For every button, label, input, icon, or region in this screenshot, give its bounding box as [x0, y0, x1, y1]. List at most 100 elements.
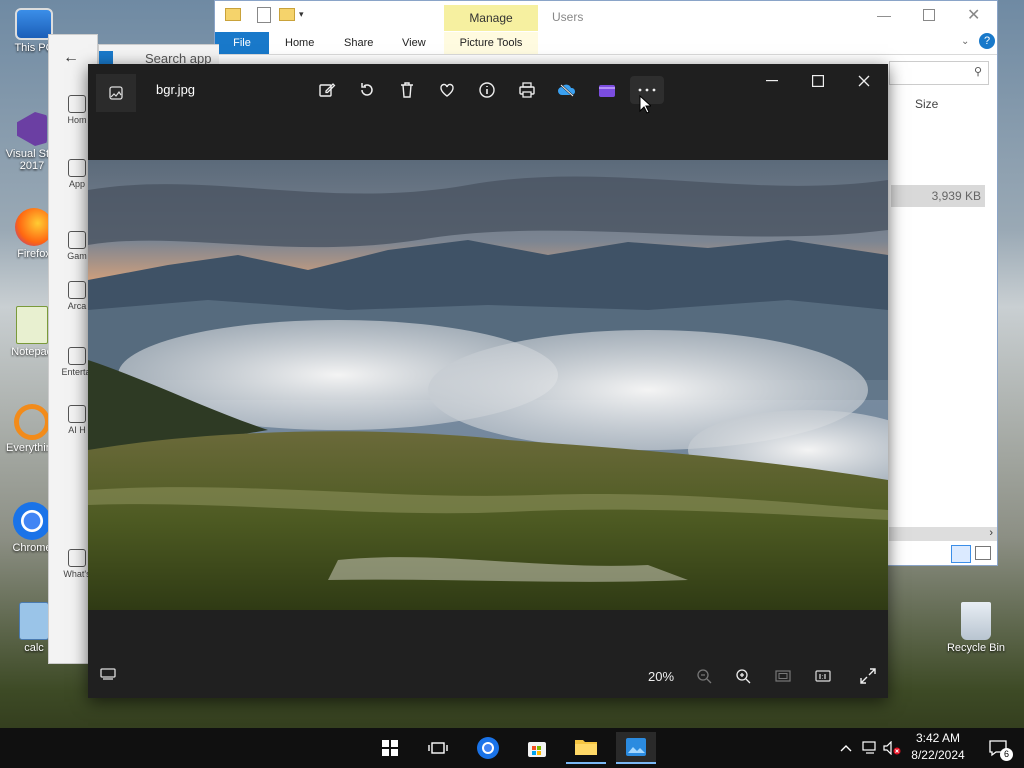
search-icon: ⚲ [973, 66, 982, 78]
quick-access-dropdown-icon[interactable]: ▾ [299, 9, 304, 20]
fullscreen-icon [860, 668, 876, 684]
details-view-icon[interactable] [951, 545, 971, 563]
clock-time: 3:42 AM [915, 731, 961, 745]
taskbar-store[interactable] [517, 732, 557, 764]
close-icon[interactable]: ✕ [967, 5, 980, 25]
onedrive-button[interactable] [550, 76, 584, 104]
minimize-icon [766, 80, 778, 82]
network-button[interactable] [858, 732, 882, 764]
home-icon [68, 95, 86, 113]
filmstrip-button[interactable] [96, 662, 120, 686]
size-column-header[interactable]: Size [915, 97, 938, 111]
windows-logo-icon [382, 740, 398, 756]
edit-icon [319, 83, 336, 97]
ribbon-tabs: File Home Share View Picture Tools ⌄ ? [215, 32, 997, 55]
delete-icon [401, 82, 413, 98]
viewer-minimize-button[interactable] [750, 68, 794, 94]
actual-size-button[interactable] [811, 664, 835, 688]
fullscreen-button[interactable] [856, 664, 880, 688]
calculator-icon [19, 602, 49, 640]
folder-icon [575, 740, 597, 755]
chevron-up-icon [840, 745, 852, 752]
properties-icon [257, 7, 271, 23]
photo-canvas[interactable] [88, 160, 888, 610]
start-button[interactable] [370, 732, 410, 764]
show-hidden-icons-button[interactable] [834, 732, 858, 764]
photos-viewer-window[interactable]: bgr.jpg 20% [88, 64, 888, 698]
maximize-icon [812, 75, 824, 87]
task-view-button[interactable] [418, 732, 458, 764]
taskbar-clock[interactable]: 3:42 AM 8/22/2024 [900, 730, 976, 764]
more-icon [638, 88, 656, 92]
mouse-cursor-icon [639, 95, 651, 114]
viewer-title-bar[interactable]: bgr.jpg [88, 64, 888, 160]
folder-icon [225, 8, 241, 21]
chevron-down-icon[interactable]: ⌄ [961, 36, 969, 47]
taskbar-photos[interactable] [616, 732, 656, 764]
tab-manage[interactable]: Manage [444, 5, 538, 31]
rotate-button[interactable] [350, 76, 384, 104]
task-view-icon [428, 742, 448, 754]
clipchamp-icon [599, 85, 615, 97]
info-icon [479, 82, 495, 98]
back-arrow-icon[interactable]: ← [63, 49, 79, 67]
users-label: Users [552, 10, 584, 24]
onedrive-icon [558, 84, 576, 97]
print-button[interactable] [510, 76, 544, 104]
tab-share[interactable]: Share [344, 32, 373, 54]
clock-date: 8/22/2024 [911, 748, 965, 762]
taskbar: 6 [0, 728, 1024, 768]
maximize-icon[interactable] [923, 9, 935, 21]
landscape-photo [88, 160, 888, 610]
new-folder-icon [279, 8, 295, 21]
taskbar-chrome[interactable] [468, 732, 508, 764]
filmstrip-icon [100, 668, 116, 680]
info-button[interactable] [470, 76, 504, 104]
clipchamp-button[interactable] [590, 76, 624, 104]
search-icon [14, 404, 50, 440]
desktop-icon-recycle-bin[interactable]: Recycle Bin [940, 602, 1012, 654]
store-icon [528, 742, 546, 757]
chrome-icon [477, 737, 499, 759]
explorer-title-bar[interactable]: ▾ Manage Users — ✕ [215, 1, 997, 32]
photos-icon [626, 738, 646, 756]
help-icon[interactable]: ? [979, 33, 995, 49]
large-icons-view-icon[interactable] [975, 546, 991, 560]
fit-to-window-button[interactable] [771, 664, 795, 688]
notepad-icon [16, 306, 48, 344]
tab-home[interactable]: Home [285, 32, 314, 54]
close-icon [858, 75, 870, 87]
search-box[interactable]: ⚲ [889, 61, 989, 85]
fit-window-icon [775, 670, 791, 682]
file-size-cell: 3,939 KB [891, 185, 985, 207]
zoom-level[interactable]: 20% [648, 669, 674, 684]
rotate-icon [361, 83, 373, 96]
whats-new-icon [68, 549, 86, 567]
notification-center-button[interactable]: 6 [978, 732, 1018, 764]
favorite-button[interactable] [430, 76, 464, 104]
delete-button[interactable] [390, 76, 424, 104]
entertainment-icon [68, 347, 86, 365]
horizontal-scrollbar[interactable]: › [889, 527, 997, 541]
chevron-right-icon[interactable]: › [989, 527, 993, 539]
zoom-in-button[interactable] [731, 664, 755, 688]
viewer-close-button[interactable] [842, 68, 886, 94]
store-icon [99, 51, 113, 65]
viewer-bottom-bar: 20% [88, 610, 888, 698]
tab-view[interactable]: View [402, 32, 426, 54]
viewer-maximize-button[interactable] [796, 68, 840, 94]
tab-file[interactable]: File [215, 32, 269, 54]
tab-picture-tools[interactable]: Picture Tools [444, 32, 538, 54]
notification-count-badge: 6 [1000, 748, 1013, 761]
gallery-button[interactable] [96, 74, 136, 112]
file-name: bgr.jpg [156, 82, 196, 97]
minimize-icon[interactable]: — [877, 7, 891, 23]
edit-button[interactable] [310, 76, 344, 104]
volume-muted-icon [883, 741, 901, 755]
actual-size-icon [815, 670, 831, 682]
arcade-icon [68, 281, 86, 299]
taskbar-file-explorer[interactable] [566, 732, 606, 764]
zoom-out-button[interactable] [692, 664, 716, 688]
network-icon [862, 741, 876, 754]
zoom-in-icon [736, 669, 751, 684]
